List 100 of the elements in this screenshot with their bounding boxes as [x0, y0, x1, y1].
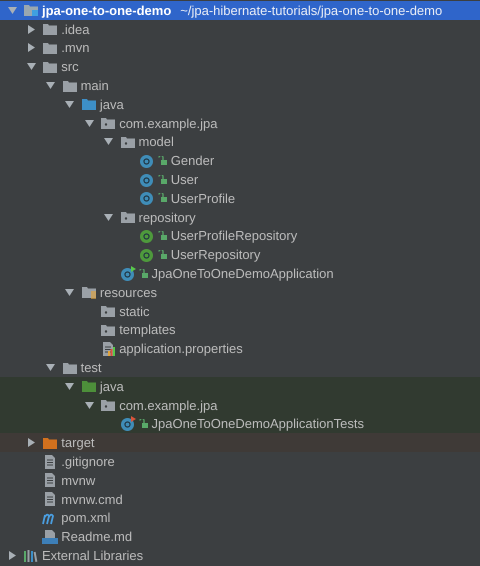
expanded-arrow-icon[interactable]	[104, 137, 113, 146]
unlocked-padlock-icon	[158, 193, 168, 204]
enum-icon	[138, 152, 155, 169]
markdown-file-icon	[42, 528, 58, 545]
file-name: JpaOneToOneDemoApplication	[152, 266, 334, 282]
file-name: JpaOneToOneDemoApplicationTests	[152, 416, 364, 432]
folder-icon	[80, 97, 97, 112]
folder-icon	[42, 436, 58, 450]
tree-row[interactable]: UserProfileRepository	[0, 226, 480, 246]
package-icon	[120, 210, 136, 224]
tree-row[interactable]: .gitignore	[0, 452, 480, 471]
collapsed-arrow-icon[interactable]	[26, 43, 36, 52]
tree-row[interactable]: src	[0, 57, 480, 76]
file-name: application.properties	[119, 341, 243, 356]
tree-row[interactable]: pom.xml	[0, 508, 480, 528]
tree-row[interactable]: main	[0, 76, 480, 95]
file-name: java	[100, 378, 124, 394]
tree-row[interactable]: java	[0, 94, 480, 114]
folder-icon	[62, 78, 78, 93]
package-icon	[100, 304, 116, 318]
expanded-arrow-icon[interactable]	[65, 382, 74, 391]
file-name: com.example.jpa	[119, 398, 218, 413]
file-name: UserProfileRepository	[170, 228, 298, 244]
folder-icon	[42, 40, 58, 55]
tree-row[interactable]: target	[0, 433, 480, 452]
expanded-arrow-icon[interactable]	[104, 212, 113, 222]
class-icon	[138, 172, 155, 188]
folder-icon	[42, 22, 58, 36]
folder-icon	[80, 379, 97, 394]
file-name: External Libraries	[42, 548, 144, 563]
file-name: resources	[100, 284, 157, 300]
expanded-arrow-icon[interactable]	[84, 400, 94, 410]
file-name: UserProfile	[170, 190, 236, 206]
file-name: mvnw.cmd	[61, 492, 123, 507]
properties-file-icon	[100, 340, 116, 357]
class-icon	[138, 190, 155, 206]
folder-icon	[42, 60, 58, 74]
project-name: jpa-one-to-one-demo	[42, 2, 172, 18]
file-name: User	[170, 172, 198, 188]
collapsed-arrow-icon[interactable]	[26, 438, 36, 448]
file-name: UserRepository	[170, 247, 260, 262]
tree-row[interactable]: resources	[0, 282, 480, 302]
file-name: model	[138, 134, 174, 150]
collapsed-arrow-icon[interactable]	[26, 24, 36, 34]
package-icon	[100, 322, 116, 337]
runnable-class-icon	[120, 266, 136, 282]
expanded-arrow-icon[interactable]	[8, 6, 16, 15]
tree-row[interactable]: Gender	[0, 151, 480, 170]
project-path: ~/jpa-hibernate-tutorials/jpa-one-to-one-demo	[180, 2, 442, 18]
unlocked-padlock-icon	[158, 230, 168, 241]
tree-row[interactable]: JpaOneToOneDemoApplicationTests	[0, 414, 480, 434]
tree-row[interactable]: test	[0, 358, 480, 377]
tree-row[interactable]: java	[0, 376, 480, 396]
file-name: com.example.jpa	[119, 116, 218, 131]
collapsed-arrow-icon[interactable]	[8, 551, 16, 560]
tree-row[interactable]: User	[0, 170, 480, 189]
file-name: repository	[138, 210, 196, 225]
file-name: mvnw	[61, 472, 96, 488]
tree-row[interactable]: .idea	[0, 20, 480, 39]
libraries-icon	[23, 548, 39, 562]
file-name: main	[80, 78, 109, 94]
unlocked-padlock-icon	[158, 250, 168, 260]
file-name: java	[100, 96, 124, 112]
tree-row[interactable]: com.example.jpa	[0, 396, 480, 415]
tree-row[interactable]: jpa-one-to-one-demo ~/jpa-hibernate-tutorials/jpa-one-to-one-demo	[0, 1, 480, 20]
tree-row[interactable]: model	[0, 132, 480, 152]
file-name: static	[119, 304, 150, 319]
expanded-arrow-icon[interactable]	[26, 62, 36, 72]
interface-icon	[138, 246, 155, 263]
file-name: src	[61, 59, 79, 74]
tree-row[interactable]: Readme.md	[0, 527, 480, 546]
tree-row[interactable]: UserRepository	[0, 245, 480, 264]
file-name: templates	[119, 322, 176, 338]
expanded-arrow-icon[interactable]	[84, 118, 94, 128]
tree-row[interactable]: mvnw.cmd	[0, 490, 480, 509]
package-icon	[100, 398, 116, 412]
file-name: pom.xml	[61, 510, 110, 526]
test-class-icon	[120, 416, 136, 432]
file-name: .idea	[61, 22, 90, 37]
tree-row[interactable]: com.example.jpa	[0, 114, 480, 133]
tree-row[interactable]: External Libraries	[0, 546, 480, 565]
file-name: target	[61, 435, 95, 450]
expanded-arrow-icon[interactable]	[46, 363, 56, 372]
unlocked-padlock-icon	[158, 156, 168, 166]
resources-folder-icon	[80, 285, 97, 300]
expanded-arrow-icon[interactable]	[65, 100, 74, 109]
expanded-arrow-icon[interactable]	[46, 81, 56, 90]
tree-row[interactable]: mvnw	[0, 470, 480, 490]
expanded-arrow-icon[interactable]	[65, 288, 74, 297]
tree-row[interactable]: templates	[0, 320, 480, 340]
tree-row[interactable]: UserProfile	[0, 188, 480, 208]
tree-row[interactable]: static	[0, 302, 480, 321]
file-name: .gitignore	[61, 454, 115, 470]
tree-row[interactable]: application.properties	[0, 339, 480, 358]
file-name: Gender	[170, 153, 214, 168]
tree-row[interactable]: JpaOneToOneDemoApplication	[0, 264, 480, 283]
tree-row[interactable]: repository	[0, 208, 480, 227]
file-name: .mvn	[61, 40, 90, 56]
tree-row[interactable]: .mvn	[0, 38, 480, 58]
package-icon	[100, 116, 116, 130]
